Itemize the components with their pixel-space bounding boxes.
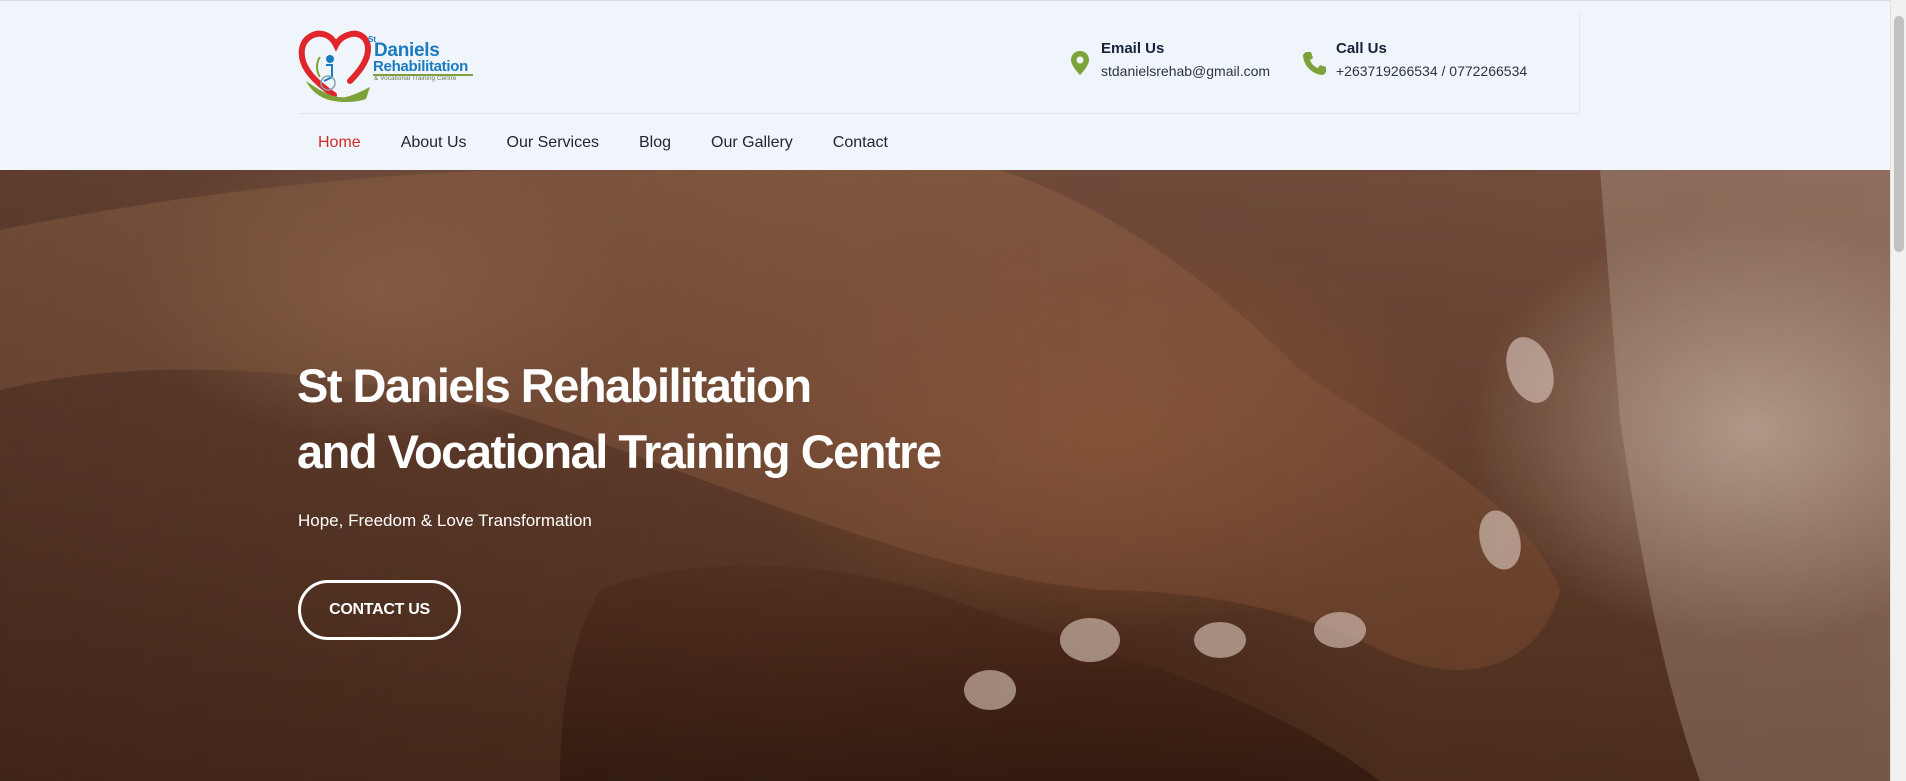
logo-text-rehabilitation: Rehabilitation bbox=[373, 58, 468, 75]
location-pin-icon bbox=[1071, 51, 1089, 75]
main-nav: Home About Us Our Services Blog Our Gall… bbox=[298, 115, 908, 171]
nav-item-our-gallery[interactable]: Our Gallery bbox=[691, 115, 813, 171]
nav-item-home[interactable]: Home bbox=[298, 115, 381, 171]
email-contact[interactable]: Email Us stdanielsrehab@gmail.com bbox=[1067, 39, 1270, 83]
hero-title-line-2: and Vocational Training Centre bbox=[297, 425, 942, 478]
call-value[interactable]: +263719266534 / 0772266534 bbox=[1336, 63, 1527, 79]
page-scrollbar[interactable] bbox=[1890, 0, 1906, 781]
site-header: St Daniels Rehabilitation & Vocational T… bbox=[0, 0, 1890, 170]
nav-item-contact[interactable]: Contact bbox=[813, 115, 908, 171]
call-title: Call Us bbox=[1336, 40, 1387, 57]
site-logo[interactable]: St Daniels Rehabilitation & Vocational T… bbox=[298, 29, 480, 103]
hero-title-line-1: St Daniels Rehabilitation bbox=[297, 359, 812, 412]
contact-us-button[interactable]: CONTACT US bbox=[298, 580, 461, 640]
email-title: Email Us bbox=[1101, 40, 1165, 57]
call-contact[interactable]: Call Us +263719266534 / 0772266534 bbox=[1301, 39, 1561, 83]
hero-subtitle: Hope, Freedom & Love Transformation bbox=[298, 511, 592, 530]
logo-heart-icon bbox=[298, 30, 372, 102]
hero-banner: St Daniels Rehabilitation and Vocational… bbox=[0, 170, 1890, 781]
scrollbar-thumb[interactable] bbox=[1894, 16, 1904, 252]
nav-item-our-services[interactable]: Our Services bbox=[487, 115, 619, 171]
nav-item-about-us[interactable]: About Us bbox=[381, 115, 487, 171]
email-value[interactable]: stdanielsrehab@gmail.com bbox=[1101, 63, 1270, 79]
phone-icon bbox=[1303, 52, 1326, 75]
header-top-bar: St Daniels Rehabilitation & Vocational T… bbox=[298, 13, 1580, 114]
nav-item-blog[interactable]: Blog bbox=[619, 115, 691, 171]
hero-title: St Daniels Rehabilitation and Vocational… bbox=[297, 353, 1057, 485]
logo-text-tagline: & Vocational Training Centre bbox=[374, 75, 457, 82]
